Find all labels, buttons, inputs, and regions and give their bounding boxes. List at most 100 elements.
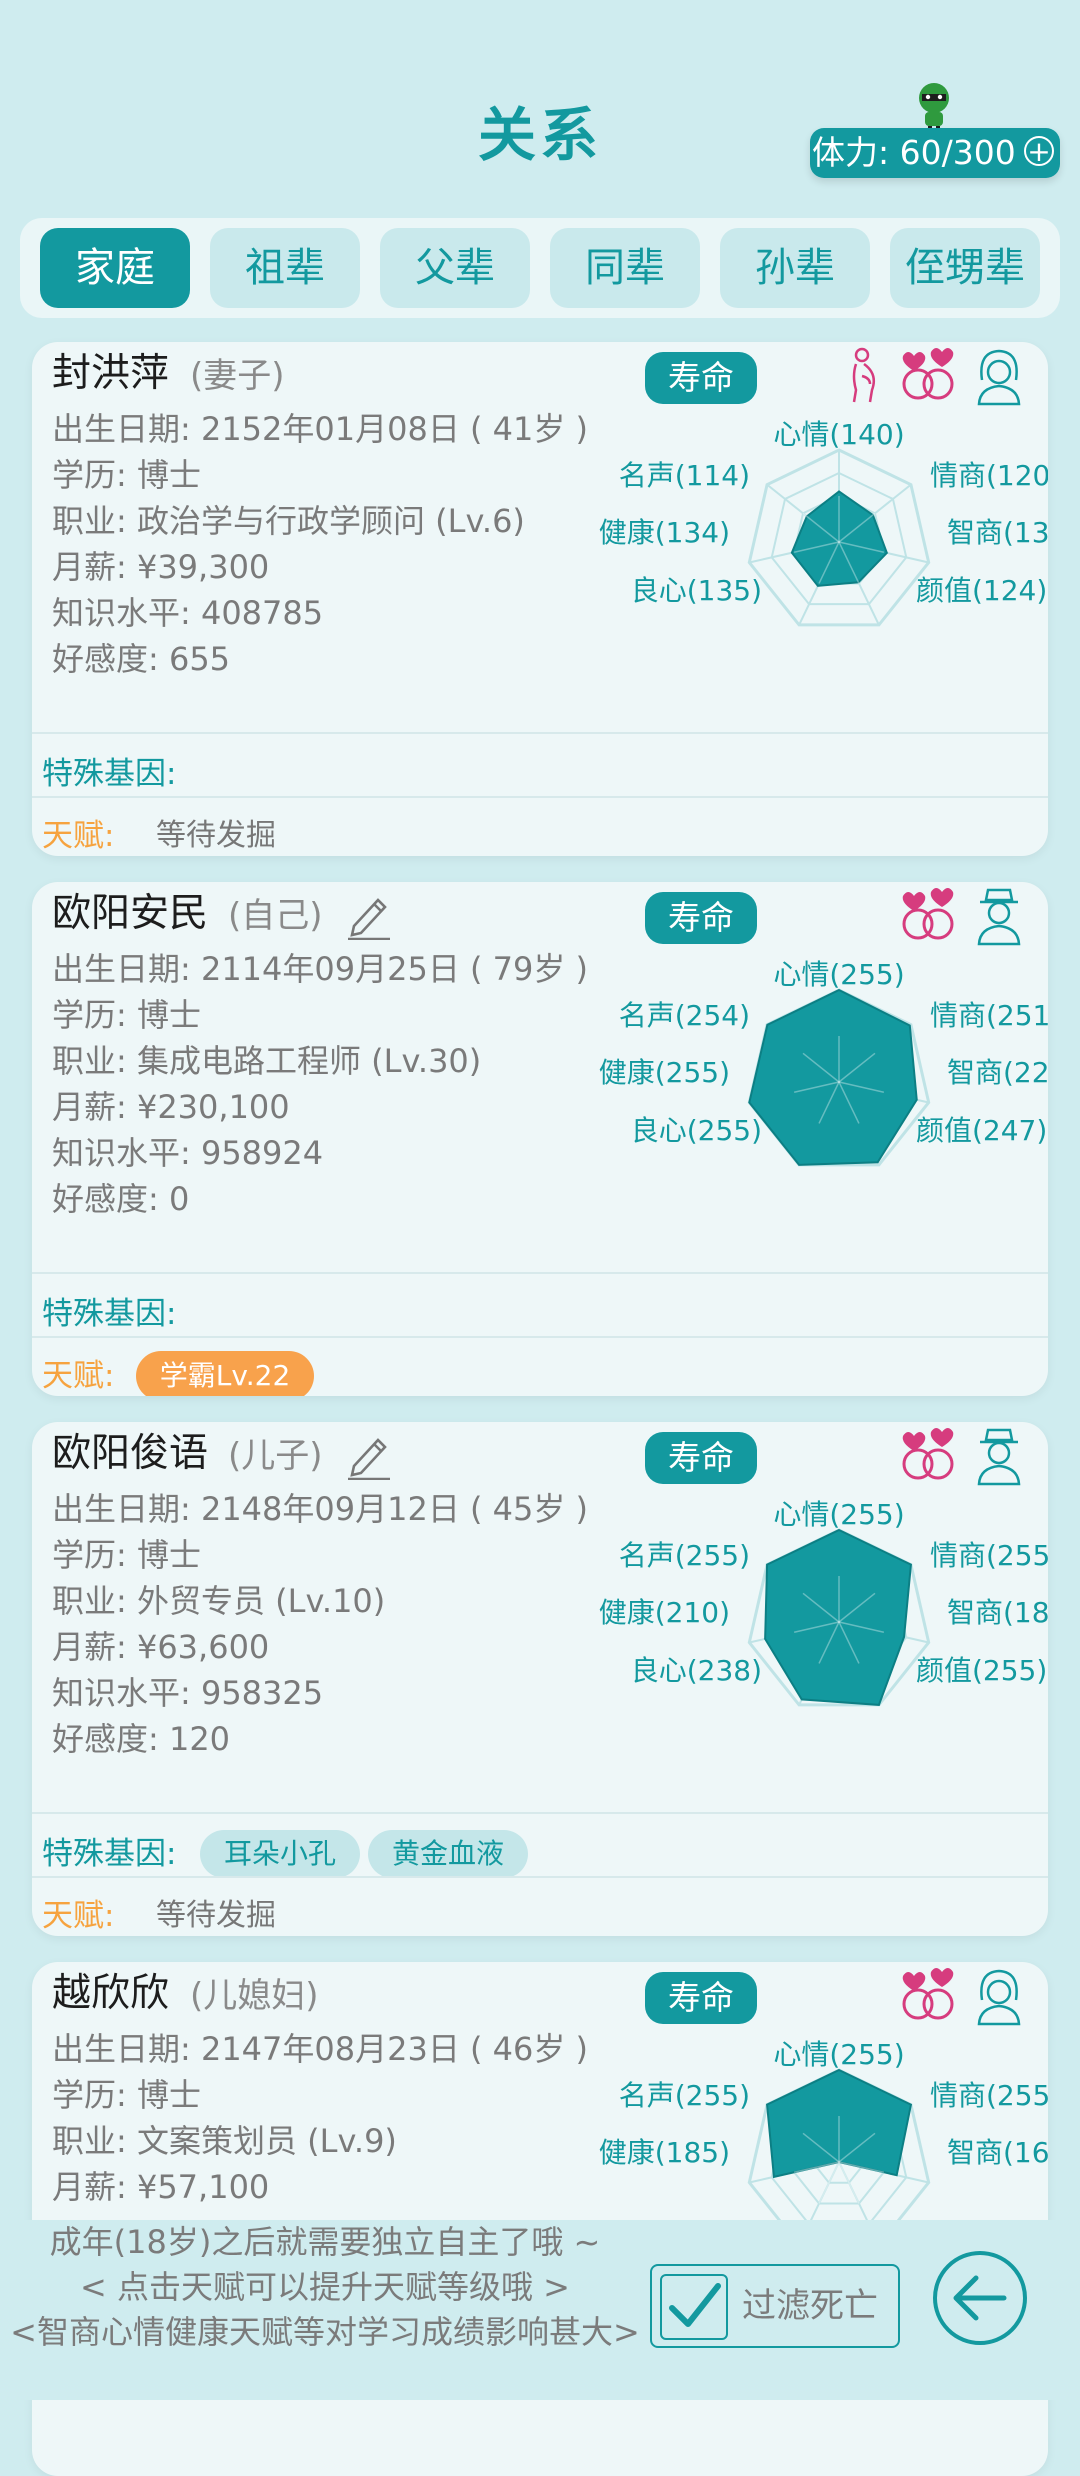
lifespan-button[interactable]: 寿命 [645, 1432, 757, 1484]
mascot-icon [919, 83, 949, 130]
talent-chip[interactable]: 学霸Lv.22 [136, 1351, 314, 1396]
tab-parents[interactable]: 父辈 [380, 228, 530, 308]
pencil-icon[interactable] [346, 1430, 392, 1480]
favorability: 好感度: 0 [52, 1180, 190, 1218]
member-info: 出生日期: 2148年09月12日 ( 45岁 ) 学历: 博士 职业: 外贸专… [52, 1486, 588, 1762]
knowledge-level: 知识水平: 408785 [52, 594, 324, 632]
radar-axis-label: 名声(254) [619, 999, 750, 1032]
generation-tabs: 家庭 祖辈 父辈 同辈 孙辈 侄甥辈 [20, 218, 1060, 318]
radar-axis-label: 名声(114) [619, 459, 750, 492]
filter-dead-toggle[interactable]: 过滤死亡 [650, 2264, 900, 2348]
tab-grandchildren[interactable]: 孙辈 [720, 228, 870, 308]
gene-chip[interactable]: 耳朵小孔 [200, 1830, 361, 1878]
radar-axis-label: 智商(136) [947, 516, 1048, 549]
tip-line: < 点击天赋可以提升天赋等级哦 > [80, 2268, 570, 2306]
member-card[interactable]: 欧阳俊语 (儿子) 寿命 出生日期: 2148年09月12日 ( 45岁 ) 学… [32, 1422, 1048, 1936]
radar-axis-label: 情商(120) [930, 459, 1048, 492]
member-name: 封洪萍 [52, 351, 170, 396]
tips: 成年(18岁)之后就需要独立自主了哦 ~ < 点击天赋可以提升天赋等级哦 > <… [0, 2220, 650, 2355]
pregnant-icon[interactable] [842, 346, 882, 406]
education: 学历: 博士 [52, 2076, 201, 2114]
lifespan-button[interactable]: 寿命 [645, 352, 757, 404]
member-card[interactable]: 欧阳安民 (自己) 寿命 出生日期: 2114年09月25日 ( 79岁 ) 学… [32, 882, 1048, 1396]
add-stamina-button[interactable]: + [1024, 136, 1054, 166]
radar-axis-label: 情商(255) [930, 2079, 1048, 2112]
male-avatar-icon[interactable] [974, 886, 1024, 946]
radar-axis-label: 健康(210) [599, 1596, 730, 1629]
member-relation: (儿子) [228, 1436, 323, 1476]
birth-date: 出生日期: 2147年08月23日 ( 46岁 ) [52, 2030, 589, 2068]
tab-family[interactable]: 家庭 [40, 228, 190, 308]
talent-label: 天赋: [42, 1898, 115, 1934]
female-avatar-icon[interactable] [974, 346, 1024, 406]
occupation: 职业: 政治学与行政学顾问 (Lv.6) [52, 502, 525, 540]
radar-axis-label: 颜值(255) [916, 1654, 1047, 1687]
radar-axis-label: 健康(134) [599, 516, 730, 549]
birth-date: 出生日期: 2148年09月12日 ( 45岁 ) [52, 1490, 589, 1528]
favorability: 好感度: 655 [52, 640, 231, 678]
divider [32, 1876, 1048, 1878]
stamina-display: 体力: 60/300 + [810, 128, 1060, 178]
check-icon [669, 2283, 721, 2327]
male-avatar-icon[interactable] [974, 1426, 1024, 1486]
radar-axis-label: 心情(255) [773, 2038, 904, 2071]
gene-chip[interactable]: 黄金血液 [368, 1830, 529, 1878]
radar-axis-label: 心情(140) [773, 418, 904, 451]
salary: 月薪: ¥230,100 [52, 1088, 290, 1126]
marriage-rings-icon[interactable] [896, 886, 962, 946]
tab-nieces-nephews[interactable]: 侄甥辈 [890, 228, 1040, 308]
member-relation: (妻子) [190, 356, 285, 396]
radar-axis-label: 智商(221) [947, 1056, 1048, 1089]
salary: 月薪: ¥57,100 [52, 2168, 270, 2206]
radar-axis-label: 心情(255) [773, 1498, 904, 1531]
footer-bar: 成年(18岁)之后就需要独立自主了哦 ~ < 点击天赋可以提升天赋等级哦 > <… [0, 2220, 1080, 2400]
member-info: 出生日期: 2114年09月25日 ( 79岁 ) 学历: 博士 职业: 集成电… [52, 946, 588, 1222]
radar-axis-label: 良心(255) [631, 1114, 762, 1147]
radar-axis-label: 健康(255) [599, 1056, 730, 1089]
education: 学历: 博士 [52, 996, 201, 1034]
favorability: 好感度: 120 [52, 1720, 231, 1758]
radar-axis-label: 良心(238) [631, 1654, 762, 1687]
member-name: 越欣欣 [52, 1971, 170, 2016]
tab-grandparents[interactable]: 祖辈 [210, 228, 360, 308]
marriage-rings-icon[interactable] [896, 1966, 962, 2026]
radar-axis-label: 智商(185) [947, 1596, 1048, 1629]
divider [32, 1336, 1048, 1338]
radar-axis-label: 智商(164) [947, 2136, 1048, 2169]
talent-label: 天赋: [42, 818, 115, 854]
radar-axis-label: 健康(185) [599, 2136, 730, 2169]
knowledge-level: 知识水平: 958924 [52, 1134, 324, 1172]
filter-label: 过滤死亡 [742, 2286, 878, 2326]
member-info: 出生日期: 2147年08月23日 ( 46岁 ) 学历: 博士 职业: 文案策… [52, 2026, 588, 2210]
attribute-radar-chart: 心情(255) 情商(255) 智商(185) 颜值(255) 良心(238) 健康(21… [599, 1498, 1048, 1707]
education: 学历: 博士 [52, 1536, 201, 1574]
attribute-radar-chart: 心情(140) 情商(120) 智商(136) 颜值(124) 良心(135) 健康(13… [599, 418, 1048, 627]
filter-checkbox[interactable] [660, 2274, 728, 2340]
talent-label: 天赋: [42, 1358, 115, 1394]
marriage-rings-icon[interactable] [896, 1426, 962, 1486]
member-info: 出生日期: 2152年01月08日 ( 41岁 ) 学历: 博士 职业: 政治学… [52, 406, 588, 682]
radar-axis-label: 颜值(247) [916, 1114, 1047, 1147]
marriage-rings-icon[interactable] [896, 346, 962, 406]
attribute-radar-chart: 心情(255) 情商(251) 智商(221) 颜值(247) 良心(255) 健康(25… [599, 958, 1048, 1167]
member-name: 欧阳安民 [52, 891, 209, 936]
radar-axis-label: 名声(255) [619, 2079, 750, 2112]
tab-siblings[interactable]: 同辈 [550, 228, 700, 308]
knowledge-level: 知识水平: 958325 [52, 1674, 324, 1712]
radar-value-area [764, 1528, 912, 1706]
radar-axis-label: 情商(251) [930, 999, 1048, 1032]
back-arrow-icon[interactable] [930, 2248, 1030, 2348]
female-avatar-icon[interactable] [974, 1966, 1024, 2026]
divider [32, 796, 1048, 798]
occupation: 职业: 外贸专员 (Lv.10) [52, 1582, 386, 1620]
lifespan-button[interactable]: 寿命 [645, 892, 757, 944]
member-card[interactable]: 封洪萍 (妻子) 寿命 出生日期: 2152年01月08日 ( 41岁 ) 学历… [32, 342, 1048, 856]
divider [32, 1812, 1048, 1814]
radar-axis-label: 心情(255) [773, 958, 904, 991]
pencil-icon[interactable] [346, 890, 392, 940]
salary: 月薪: ¥39,300 [52, 548, 270, 586]
lifespan-button[interactable]: 寿命 [645, 1972, 757, 2024]
radar-axis-label: 良心(135) [631, 574, 762, 607]
occupation: 职业: 文案策划员 (Lv.9) [52, 2122, 397, 2160]
occupation: 职业: 集成电路工程师 (Lv.30) [52, 1042, 482, 1080]
